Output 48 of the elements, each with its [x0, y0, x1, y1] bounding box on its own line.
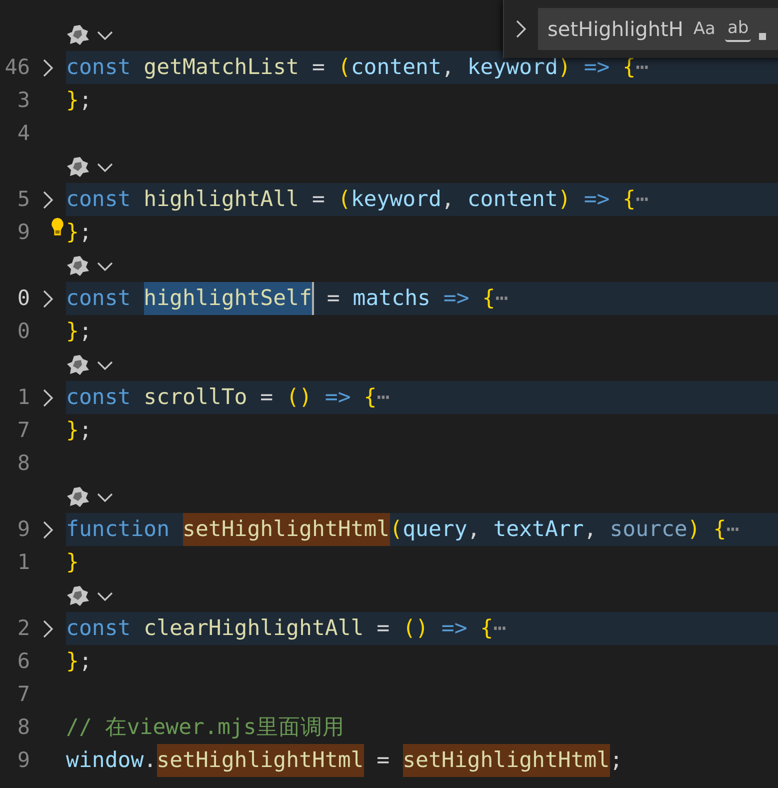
line-number: 6 [16, 648, 30, 675]
code-line: }; [66, 648, 92, 676]
chevron-right-icon[interactable] [42, 520, 54, 540]
chevron-right-icon[interactable] [42, 618, 54, 638]
codelens-icon[interactable] [66, 584, 90, 606]
codelens-icon[interactable] [66, 486, 90, 508]
line-number: 0 [16, 318, 30, 345]
line-number: 8 [16, 450, 30, 477]
chevron-right-icon[interactable] [42, 58, 54, 78]
line-number: 9 [16, 747, 30, 774]
chevron-right-icon[interactable] [42, 190, 54, 210]
match-case-button[interactable]: Aa [691, 17, 718, 41]
find-input-field[interactable]: setHighlightH Aa ab [538, 8, 778, 50]
code-line: }; [66, 219, 92, 247]
chevron-down-icon[interactable] [96, 260, 114, 272]
code-line: } [66, 549, 79, 577]
chevron-right-icon[interactable] [42, 388, 54, 408]
chevron-down-icon[interactable] [96, 358, 114, 370]
line-number: 8 [16, 714, 30, 741]
chevron-down-icon[interactable] [96, 490, 114, 502]
line-number: 9 [16, 516, 30, 543]
line-number: 5 [16, 186, 30, 213]
codelens-icon[interactable] [66, 254, 90, 276]
line-number: 3 [16, 87, 30, 114]
line-number: 0 [16, 285, 30, 312]
code-line: }; [66, 87, 92, 115]
chevron-down-icon[interactable] [96, 28, 114, 40]
code-comment: // 在viewer.mjs里面调用 [66, 714, 344, 742]
codelens-icon[interactable] [66, 354, 90, 376]
line-number: 7 [16, 417, 30, 444]
line-number: 1 [16, 549, 30, 576]
codelens-icon[interactable] [66, 24, 90, 46]
chevron-right-icon[interactable] [42, 288, 54, 308]
line-number: 4 [16, 120, 30, 147]
whole-word-button[interactable]: ab [725, 16, 751, 42]
line-number: 46 [4, 54, 30, 81]
code-line: }; [66, 318, 92, 346]
line-number: 9 [16, 219, 30, 246]
chevron-down-icon[interactable] [96, 590, 114, 602]
chevron-down-icon[interactable] [96, 160, 114, 172]
line-number: 7 [16, 681, 30, 708]
code-line: window.setHighlightHtml = setHighlightHtml; [66, 744, 623, 777]
chevron-right-icon[interactable] [514, 19, 527, 39]
codelens-icon[interactable] [66, 156, 90, 178]
lightbulb-icon[interactable] [50, 217, 65, 237]
code-line: }; [66, 417, 92, 445]
line-number: 1 [16, 384, 30, 411]
line-number: 2 [16, 615, 30, 642]
